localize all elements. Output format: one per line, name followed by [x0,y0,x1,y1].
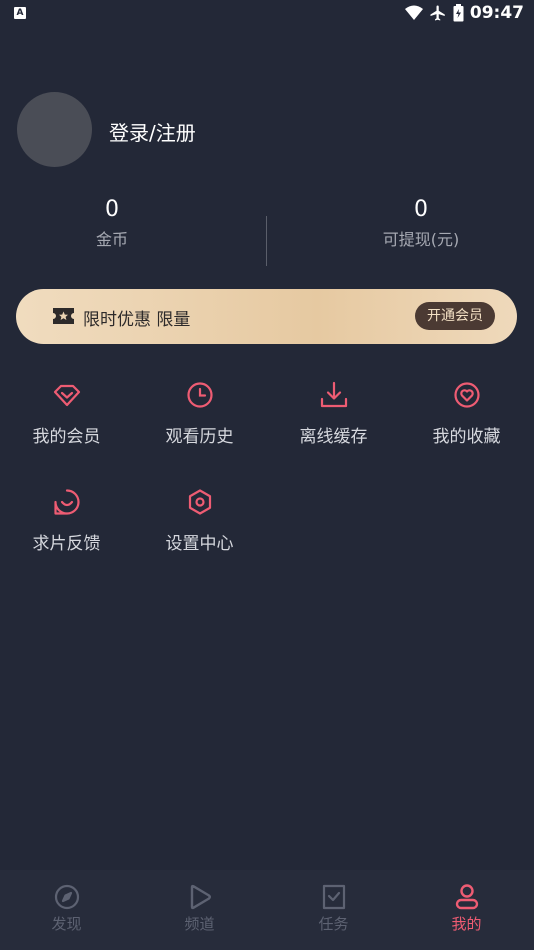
status-bar: A 09:47 [0,0,534,28]
menu-label: 离线缓存 [299,427,368,447]
menu-label: 设置中心 [165,534,234,554]
wifi-icon [404,5,423,20]
tab-label: 发现 [51,915,82,933]
menu-offline-cache[interactable]: 离线缓存 [267,380,400,447]
coins-label: 金币 [95,230,128,249]
stats-divider [266,216,267,266]
coins-stat[interactable]: 0 金币 [12,196,212,250]
tab-tasks[interactable]: 任务 [267,884,400,934]
status-icons: 09:47 [404,3,524,23]
menu-label: 我的收藏 [432,427,501,447]
menu-label: 观看历史 [165,427,234,447]
avatar[interactable] [17,92,92,167]
feedback-icon [53,489,80,515]
clock-icon [186,382,213,408]
play-icon [190,884,211,910]
tab-label: 任务 [318,915,349,933]
download-icon [320,381,347,408]
diamond-icon [53,384,80,407]
withdrawable-label: 可提现(元) [382,230,460,249]
coins-value: 0 [105,197,119,222]
user-icon [455,884,478,910]
notification-a-icon: A [14,7,26,19]
settings-icon [188,489,211,515]
tab-label: 我的 [451,915,482,933]
airplane-icon [430,5,445,21]
task-icon [322,884,345,910]
vip-promo-banner[interactable]: 限时优惠 限量 开通会员 [16,289,517,344]
login-register-link[interactable]: 登录/注册 [109,117,196,146]
menu-watch-history[interactable]: 观看历史 [133,380,266,447]
compass-icon [54,884,79,910]
bottom-tab-bar: 发现 频道 任务 我的 [0,870,534,950]
clock-time: 09:47 [469,3,524,23]
promo-text: 限时优惠 限量 [83,310,191,330]
withdrawable-value: 0 [414,197,428,222]
heart-circle-icon [453,382,480,408]
withdrawable-stat[interactable]: 0 可提现(元) [321,196,521,250]
tab-channels[interactable]: 频道 [133,884,266,934]
menu-label: 我的会员 [32,427,101,447]
ticket-star-icon [53,308,74,324]
open-vip-button[interactable]: 开通会员 [415,302,495,330]
menu-request-feedback[interactable]: 求片反馈 [0,487,133,554]
tab-discover[interactable]: 发现 [0,884,133,934]
battery-icon [453,4,464,22]
menu-label: 求片反馈 [32,534,101,554]
menu-settings[interactable]: 设置中心 [133,487,266,554]
menu-my-favorites[interactable]: 我的收藏 [400,380,533,447]
menu-my-vip[interactable]: 我的会员 [0,380,133,447]
tab-mine[interactable]: 我的 [400,884,533,934]
tab-label: 频道 [184,915,215,933]
